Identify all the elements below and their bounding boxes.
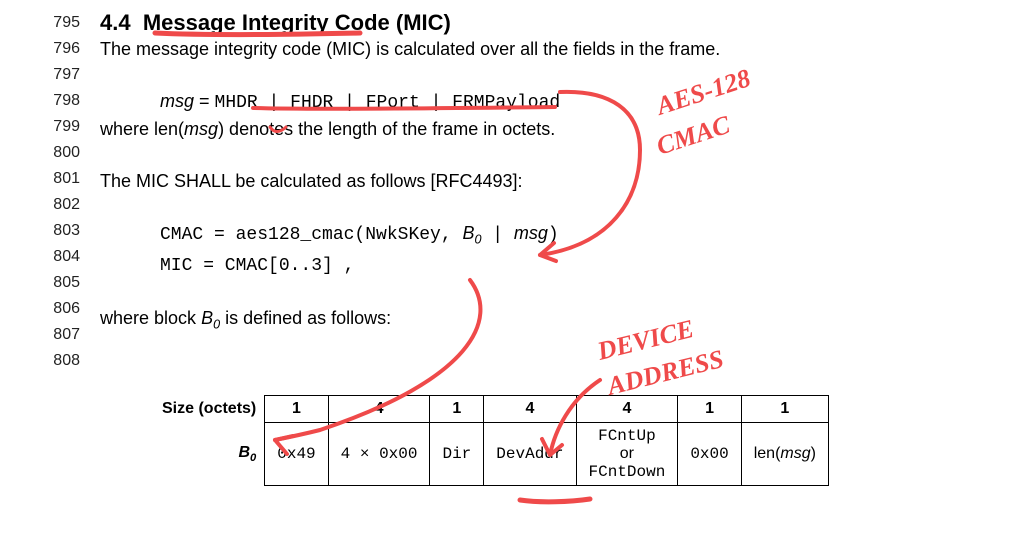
underline-devaddr bbox=[520, 499, 590, 502]
line-number: 800 bbox=[40, 140, 80, 166]
size-cell: 4 bbox=[328, 396, 430, 423]
size-row-label: Size (octets) bbox=[150, 396, 265, 423]
line-number: 807 bbox=[40, 322, 80, 348]
b0-cell-devaddr: DevAddr bbox=[484, 423, 576, 486]
b0-cell-fcnt: FCntUp or FCntDown bbox=[576, 423, 678, 486]
table-row-sizes: Size (octets) 1 4 1 4 4 1 1 bbox=[150, 396, 828, 423]
size-cell: 1 bbox=[678, 396, 741, 423]
intro-text: The message integrity code (MIC) is calc… bbox=[100, 36, 994, 62]
line-number: 796 bbox=[40, 36, 80, 62]
where-block-text: where block B0 is defined as follows: bbox=[100, 305, 994, 338]
where-block-B0: B0 bbox=[201, 308, 220, 328]
line-number: 799 bbox=[40, 114, 80, 140]
size-cell: 4 bbox=[484, 396, 576, 423]
b0-table: Size (octets) 1 4 1 4 4 1 1 B0 0x49 4 × … bbox=[150, 395, 829, 486]
msg-eq: = bbox=[194, 91, 215, 111]
size-cell: 4 bbox=[576, 396, 678, 423]
blank-line bbox=[100, 194, 994, 220]
line-number: 804 bbox=[40, 244, 80, 270]
line-number: 806 bbox=[40, 296, 80, 322]
b0-cell: 0x49 bbox=[265, 423, 328, 486]
line-number: 801 bbox=[40, 166, 80, 192]
where-len-msg: msg bbox=[184, 119, 218, 139]
blank-line bbox=[100, 62, 994, 88]
line-number: 798 bbox=[40, 88, 80, 114]
b0-row-label: B0 bbox=[150, 423, 265, 486]
where-block-post: is defined as follows: bbox=[220, 308, 391, 328]
b0-cell: 4 × 0x00 bbox=[328, 423, 430, 486]
line-number: 802 bbox=[40, 192, 80, 218]
blank-line bbox=[100, 279, 994, 305]
mic-shall-text: The MIC SHALL be calculated as follows [… bbox=[100, 168, 994, 194]
section-title-text: Message Integrity Code (MIC) bbox=[143, 10, 451, 35]
mic-formula: MIC = CMAC[0..3] , bbox=[100, 253, 994, 279]
line-number: 797 bbox=[40, 62, 80, 88]
size-cell: 1 bbox=[265, 396, 328, 423]
cmac-formula: CMAC = aes128_cmac(NwkSKey, B0 | msg) bbox=[100, 220, 994, 253]
cmac-pre: CMAC = aes128_cmac(NwkSKey, bbox=[160, 225, 462, 245]
cmac-mid: | bbox=[481, 225, 513, 245]
where-len-pre: where len( bbox=[100, 119, 184, 139]
line-number: 808 bbox=[40, 348, 80, 374]
where-len-text: where len(msg) denotes the length of the… bbox=[100, 116, 994, 142]
document-page: 795 796 797 798 799 800 801 802 803 804 … bbox=[0, 0, 1034, 496]
blank-line bbox=[100, 363, 994, 389]
msg-lhs: msg bbox=[160, 91, 194, 111]
cmac-end: ) bbox=[548, 225, 559, 245]
where-block-pre: where block bbox=[100, 308, 201, 328]
table-row-b0: B0 0x49 4 × 0x00 Dir DevAddr FCntUp or F… bbox=[150, 423, 828, 486]
line-number: 795 bbox=[40, 10, 80, 36]
b0-cell: Dir bbox=[430, 423, 484, 486]
size-cell: 1 bbox=[430, 396, 484, 423]
blank-line bbox=[100, 142, 994, 168]
msg-formula: msg = MHDR | FHDR | FPort | FRMPayload bbox=[100, 88, 994, 116]
line-number: 805 bbox=[40, 270, 80, 296]
where-len-post: ) denotes the length of the frame in oct… bbox=[218, 119, 555, 139]
msg-rhs: MHDR | FHDR | FPort | FRMPayload bbox=[215, 93, 561, 113]
line-number-column: 795 796 797 798 799 800 801 802 803 804 … bbox=[40, 10, 80, 374]
b0-cell: 0x00 bbox=[678, 423, 741, 486]
section-heading: 4.4 Message Integrity Code (MIC) bbox=[100, 10, 994, 36]
line-number: 803 bbox=[40, 218, 80, 244]
blank-line bbox=[100, 337, 994, 363]
cmac-msg: msg bbox=[514, 223, 548, 243]
size-cell: 1 bbox=[741, 396, 828, 423]
cmac-B0: B0 bbox=[462, 223, 481, 243]
b0-cell-lenmsg: len(msg) bbox=[741, 423, 828, 486]
section-number: 4.4 bbox=[100, 10, 131, 35]
